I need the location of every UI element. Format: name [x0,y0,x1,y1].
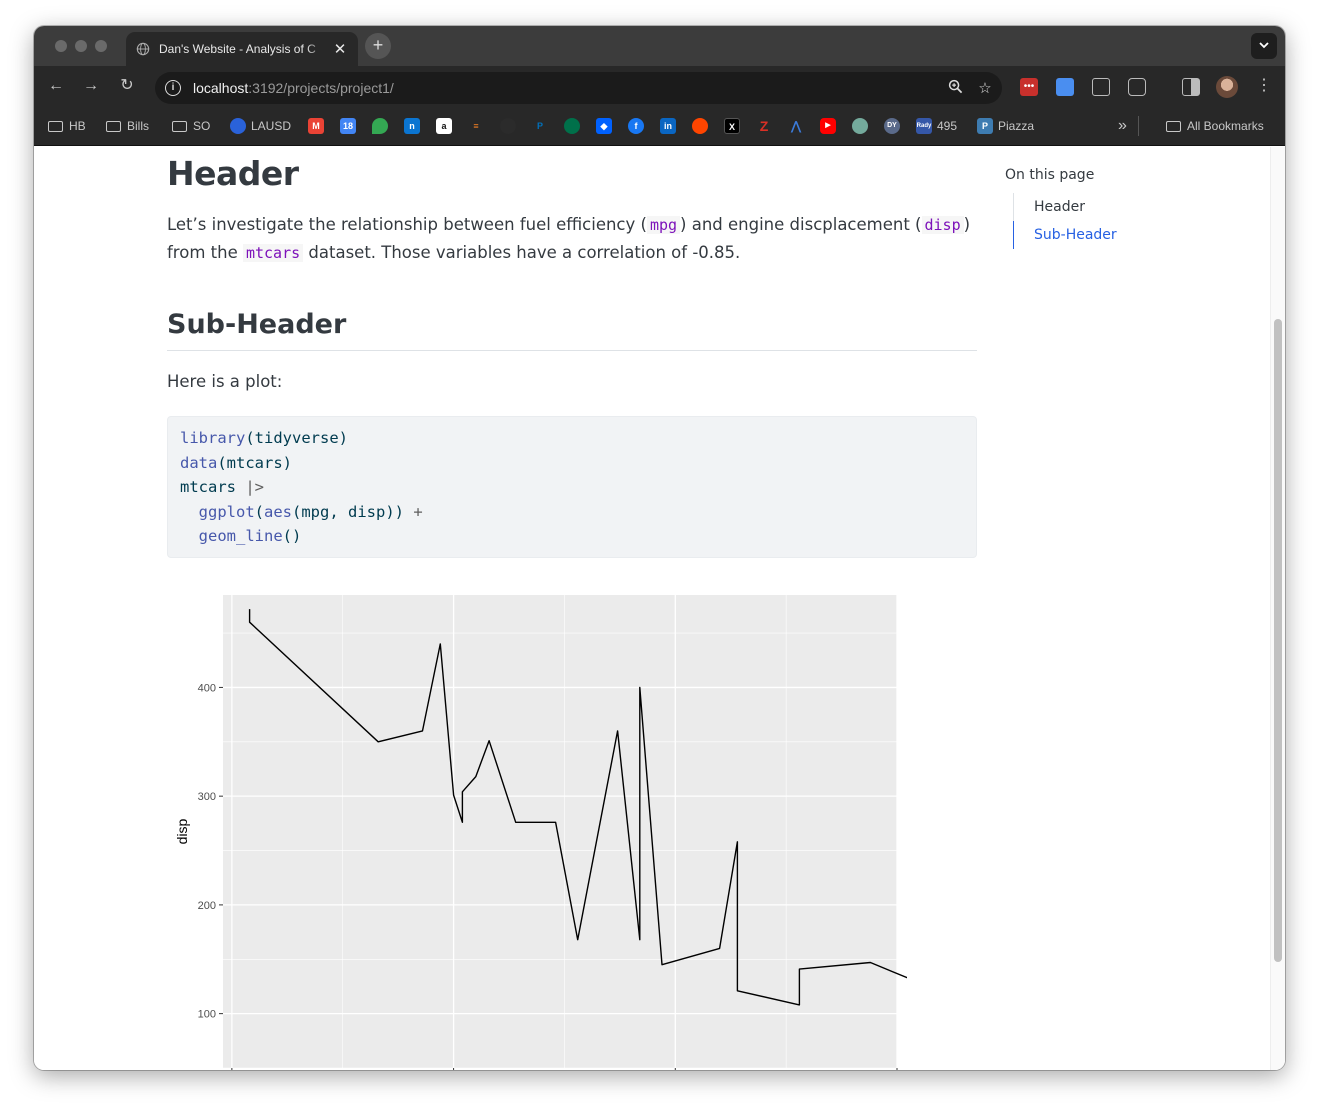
folder-icon [48,120,63,132]
code-line: geom_line() [198,527,302,545]
tab-close-icon[interactable]: ✕ [332,40,348,58]
toc-item-sub-header[interactable]: Sub-Header [1013,221,1205,249]
reader-extension-icon[interactable] [1092,78,1110,96]
side-panel-icon[interactable] [1182,78,1200,96]
section-heading: Sub-Header [167,309,347,340]
piazza-icon: P [977,118,993,134]
scrollbar-thumb[interactable] [1274,319,1282,962]
tab-strip: Dan's Website - Analysis of C ✕ + [34,26,1285,66]
address-bar[interactable]: i localhost:3192/projects/project1/ ☆ [155,72,1002,104]
y-axis-label: disp [174,818,190,844]
reload-icon[interactable]: ↻ [117,76,137,96]
github-icon[interactable] [500,118,516,134]
inline-code-mpg: mpg [646,216,681,234]
more-bookmarks-chevron-icon[interactable]: » [1118,117,1127,134]
page-content: Header Let’s investigate the relationshi… [34,147,1285,1070]
plot-intro-text: Here is a plot: [167,372,283,391]
extensions-puzzle-icon[interactable] [1128,78,1146,96]
bookmark-folder-so[interactable]: SO [172,118,210,134]
folder-icon [172,120,187,132]
youtube-icon[interactable]: ▶ [820,118,836,134]
toc-item-header[interactable]: Header [1013,193,1205,221]
bookmark-rady[interactable]: Rady 495 [916,118,957,134]
tab-search-button[interactable] [1251,33,1277,59]
rady-icon: Rady [916,118,932,134]
lausd-icon [230,118,246,134]
menu-kebab-icon[interactable]: ⋮ [1256,76,1272,96]
code-line: library(tidyverse) [180,429,348,447]
x-icon[interactable]: X [724,118,740,134]
back-icon[interactable]: ← [46,76,66,96]
bookmark-piazza[interactable]: P Piazza [977,118,1034,134]
amazon-icon[interactable]: a [436,118,452,134]
bookmark-folder-bills[interactable]: Bills [106,118,149,134]
forward-icon[interactable]: → [81,76,101,96]
gmail-icon[interactable]: M [308,118,324,134]
facebook-icon[interactable]: f [628,118,644,134]
plot-panel [223,595,897,1068]
mountain-icon[interactable]: ⋀ [788,118,804,134]
stackoverflow-icon[interactable]: ≡ [468,118,484,134]
table-of-contents: On this page Header Sub-Header [1005,167,1205,249]
bookmark-star-icon[interactable]: ☆ [972,79,998,97]
y-tick-label: 300 [198,791,216,803]
active-tab[interactable]: Dan's Website - Analysis of C ✕ [126,32,358,66]
inline-code-mtcars: mtcars [242,244,304,262]
zoom-icon[interactable] [942,79,968,98]
site-info-icon[interactable]: i [165,80,181,96]
docs-extension-icon[interactable] [1056,78,1074,96]
zotero-icon[interactable]: Z [756,118,772,134]
all-bookmarks-folder[interactable]: All Bookmarks [1166,118,1264,134]
reddit-icon[interactable] [692,118,708,134]
page-title: Header [167,154,299,193]
globe-icon [136,42,150,56]
maps-icon[interactable] [372,118,388,134]
code-line: ggplot(aes(mpg, disp)) + [198,502,423,521]
url-text[interactable]: localhost:3192/projects/project1/ [193,80,942,96]
dropbox-icon[interactable]: ◆ [596,118,612,134]
new-tab-button[interactable]: + [365,33,391,59]
y-tick-label: 400 [198,682,216,694]
y-tick-label: 200 [198,900,216,912]
bookmark-lausd[interactable]: LAUSD [230,118,291,134]
code-line: data(mtcars) [180,453,292,472]
bookmark-folder-hb[interactable]: HB [48,118,86,134]
toc-title: On this page [1005,167,1095,183]
dy-icon[interactable]: DY [884,118,900,134]
scrollbar-track[interactable] [1270,147,1285,1070]
lastpass-extension-icon[interactable]: ••• [1020,78,1038,96]
folder-icon [1166,120,1181,132]
inline-code-disp: disp [921,216,964,234]
browser-toolbar: ← → ↻ i localhost:3192/projects/project1… [34,66,1285,106]
browser-window: Dan's Website - Analysis of C ✕ + ← → ↻ … [34,26,1285,1070]
starbucks-icon[interactable] [564,118,580,134]
bookmarks-divider [1138,116,1139,136]
code-line: mtcars |> [180,478,264,496]
minimize-window-button[interactable] [75,40,87,52]
calendar-icon[interactable]: 18 [340,118,356,134]
paypal-icon[interactable]: P [532,118,548,134]
folder-icon [106,120,121,132]
tab-title: Dan's Website - Analysis of C [159,42,316,56]
chatgpt-icon[interactable] [852,118,868,134]
y-tick-label: 100 [198,1009,216,1021]
profile-avatar[interactable] [1216,76,1238,98]
linkedin-icon[interactable]: in [660,118,676,134]
maximize-window-button[interactable] [95,40,107,52]
intro-paragraph: Let’s investigate the relationship betwe… [167,215,971,262]
disp-vs-mpg-line-plot: 10 15 20 25100200300400disp [174,595,907,1070]
chevron-down-icon [1259,42,1269,49]
bookmarks-bar: HB Bills SO LAUSD M 18 n a ≡ P ◆ f in X … [34,106,1285,146]
heading-divider [167,350,977,351]
close-window-button[interactable] [55,40,67,52]
code-block[interactable]: library(tidyverse) data(mtcars) mtcars |… [167,416,977,558]
n-app-icon[interactable]: n [404,118,420,134]
